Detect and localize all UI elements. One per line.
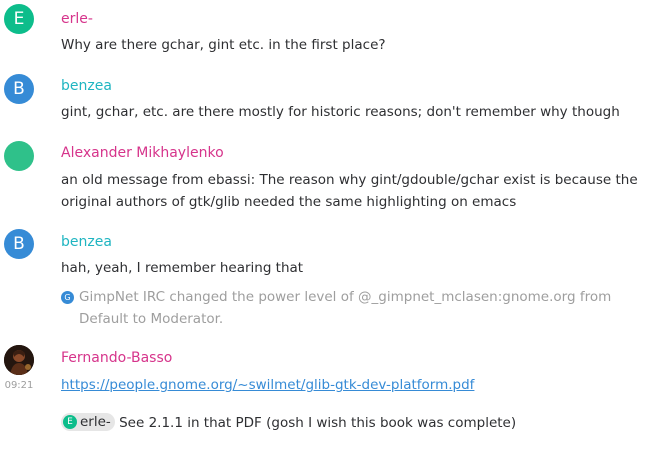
sender-name-benzea[interactable]: benzea — [61, 233, 112, 251]
mention-name: erle- — [80, 414, 111, 430]
avatar-alexander[interactable] — [4, 141, 34, 171]
sender-name-alexander[interactable]: Alexander Mikhaylenko — [61, 144, 224, 162]
user-mention-pill[interactable]: Eerle- — [61, 413, 115, 431]
avatar-erle[interactable]: E — [4, 4, 34, 34]
notice-text: GimpNet IRC changed the power level of @… — [79, 289, 612, 327]
message-timestamp[interactable]: 09:21 — [0, 380, 38, 391]
mention-avatar-icon: E — [63, 415, 77, 429]
gimpnet-avatar-icon[interactable]: G — [61, 291, 74, 304]
avatar-benzea[interactable]: B — [4, 229, 34, 259]
sender-name-erle[interactable]: erle- — [61, 10, 93, 28]
avatar-photo-icon — [4, 345, 34, 375]
sender-name-benzea[interactable]: benzea — [61, 77, 112, 95]
reply-text: See 2.1.1 in that PDF (gosh I wish this … — [119, 415, 517, 431]
message-timeline: E erle- Why are there gchar, gint etc. i… — [0, 0, 652, 450]
message-body: hah, yeah, I remember hearing that — [61, 260, 304, 276]
message-body: an old message from ebassi: The reason w… — [61, 172, 638, 210]
message-body: https://people.gnome.org/~swilmet/glib-g… — [61, 374, 646, 396]
pdf-link[interactable]: https://people.gnome.org/~swilmet/glib-g… — [61, 377, 474, 393]
message-body: gint, gchar, etc. are there mostly for h… — [61, 104, 620, 120]
power-level-notice: G GimpNet IRC changed the power level of… — [61, 286, 646, 330]
message-body: Why are there gchar, gint etc. in the fi… — [61, 37, 386, 53]
reply-message-body: Eerle- See 2.1.1 in that PDF (gosh I wis… — [61, 412, 646, 434]
sender-name-fernando[interactable]: Fernando-Basso — [61, 349, 172, 367]
avatar-benzea[interactable]: B — [4, 74, 34, 104]
avatar-fernando[interactable] — [4, 345, 34, 375]
